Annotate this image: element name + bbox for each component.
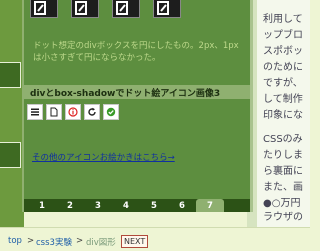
background-text-line: スポボッ [263, 46, 303, 57]
thumbnail-row [30, 0, 181, 18]
breadcrumb-separator: > [27, 236, 35, 246]
thumbnail[interactable] [71, 0, 99, 18]
thumbnail[interactable] [112, 0, 140, 18]
background-chip [0, 62, 21, 88]
modal-panel: ドット想定のdivボックスを円にしたもの。2px、1pxは小さすぎて円にならなか… [22, 0, 253, 212]
background-text-line: 利用して [263, 14, 303, 25]
breadcrumb-separator: > [76, 236, 84, 246]
background-text-line: ップブロ [263, 30, 303, 41]
document-icon[interactable] [46, 104, 62, 120]
page-2-button[interactable]: 2 [56, 199, 84, 212]
thumbnail[interactable] [30, 0, 58, 18]
background-text-line: して制作 [263, 94, 303, 105]
breadcrumb: top > css3実験 > div図形 NEXT [0, 227, 310, 251]
page-3-button[interactable]: 3 [84, 199, 112, 212]
section-title: divとbox-shadowでドット絵アイコン画像3 [30, 89, 221, 99]
info-icon[interactable] [65, 104, 81, 120]
background-text-line: ●○万円 [263, 198, 301, 209]
menu-icon[interactable] [27, 104, 43, 120]
check-icon[interactable] [103, 104, 119, 120]
background-text-line: ラウザの [263, 212, 303, 223]
thumbnail[interactable] [153, 0, 181, 18]
other-icons-link[interactable]: その他のアイコンお絵かきはこちら→ [32, 151, 175, 163]
background-text-line: ですが、 [263, 78, 303, 89]
background-text-line: また、画 [263, 182, 303, 193]
page-7-button[interactable]: 7 [196, 199, 224, 212]
page-6-button[interactable]: 6 [168, 199, 196, 212]
description-text: ドット想定のdivボックスを円にしたもの。2px、1pxは小さすぎて円にならなか… [33, 41, 239, 63]
background-text-line: たりしま [263, 150, 303, 161]
icon-row [27, 104, 119, 120]
pagination: 1 2 3 4 5 6 7 [24, 199, 250, 212]
background-text-line: 印象にな [263, 110, 303, 121]
background-text-line: CSSのみ [263, 134, 303, 145]
background-text-line: のために [263, 62, 303, 73]
section-title-bar: divとbox-shadowでドット絵アイコン画像3 [24, 85, 250, 99]
background-chip [0, 142, 21, 168]
background-text-line: ら裏面に [263, 166, 303, 177]
breadcrumb-current: div図形 [86, 238, 116, 248]
breadcrumb-top-link[interactable]: top [8, 236, 22, 246]
background-left-panel [0, 0, 24, 227]
page-1-button[interactable]: 1 [28, 199, 56, 212]
page-4-button[interactable]: 4 [112, 199, 140, 212]
refresh-icon[interactable] [84, 104, 100, 120]
next-button[interactable]: NEXT [121, 235, 149, 248]
page-5-button[interactable]: 5 [140, 199, 168, 212]
breadcrumb-css3-link[interactable]: css3実験 [36, 236, 72, 248]
background-right-column: 利用して ップブロ スポボッ のために ですが、 して制作 印象にな CSSのみ… [247, 0, 310, 227]
